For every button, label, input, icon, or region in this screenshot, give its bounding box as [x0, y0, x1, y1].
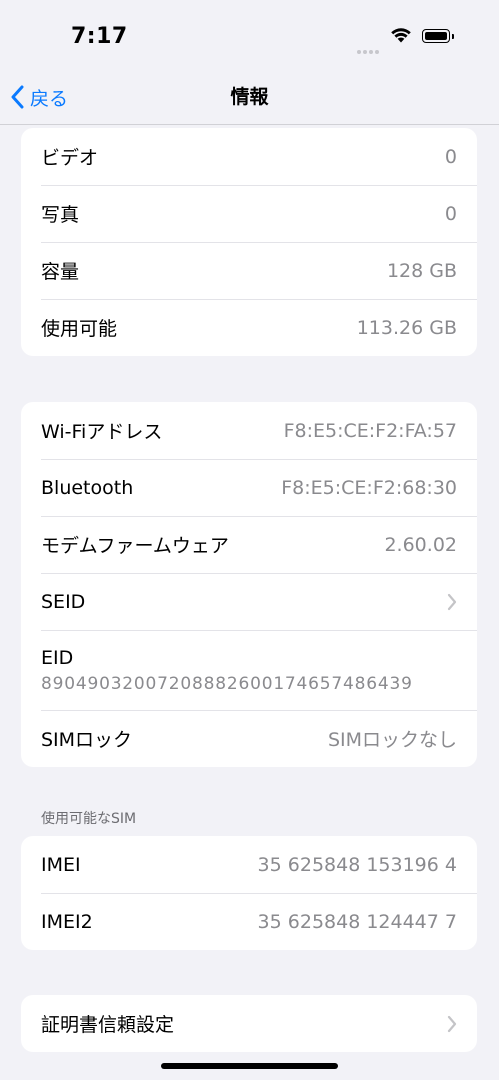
navigation-bar: 戻る 情報 [0, 70, 499, 125]
row-value: 35 625848 153196 4 [257, 853, 457, 876]
page-title: 情報 [230, 86, 269, 108]
row-label: EID [41, 646, 74, 669]
row-imei: IMEI 35 625848 153196 4 [21, 836, 477, 893]
row-capacity: 容量 128 GB [21, 242, 477, 299]
row-value: F8:E5:CE:F2:FA:57 [283, 419, 457, 442]
row-value: 35 625848 124447 7 [257, 910, 457, 933]
status-bar: 7:17 [0, 0, 499, 70]
row-value: 0 [444, 202, 457, 225]
storage-card: ビデオ 0 写真 0 容量 128 GB 使用可能 113.26 GB [21, 128, 477, 356]
battery-icon [422, 29, 450, 43]
row-bluetooth: Bluetooth F8:E5:CE:F2:68:30 [21, 459, 477, 516]
row-value: 113.26 GB [356, 316, 457, 339]
row-videos: ビデオ 0 [21, 128, 477, 185]
row-label: 証明書信頼設定 [41, 1014, 175, 1036]
cellular-signal-icon [357, 39, 381, 58]
row-value: 2.60.02 [384, 533, 457, 556]
battery-tip [452, 34, 454, 39]
row-modem-firmware: モデムファームウェア 2.60.02 [21, 516, 477, 573]
row-photos: 写真 0 [21, 185, 477, 242]
row-seid[interactable]: SEID [21, 573, 477, 630]
row-label: Wi-Fiアドレス [41, 421, 163, 443]
row-certificate-trust-settings[interactable]: 証明書信頼設定 [21, 995, 477, 1052]
chevron-right-icon [447, 593, 457, 610]
wifi-icon [390, 27, 412, 47]
sim-card: IMEI 35 625848 153196 4 IMEI2 35 625848 … [21, 836, 477, 950]
row-available: 使用可能 113.26 GB [21, 299, 477, 356]
section-header-available-sim: 使用可能なSIM [41, 811, 137, 827]
row-value: SIMロックなし [327, 729, 457, 751]
network-card: Wi-Fiアドレス F8:E5:CE:F2:FA:57 Bluetooth F8… [21, 402, 477, 767]
row-label: 写真 [41, 204, 80, 226]
row-label: SEID [41, 590, 86, 613]
row-label: IMEI2 [41, 910, 93, 933]
row-eid: EID 89049032007208882600174657486439 [21, 630, 477, 710]
home-indicator[interactable] [161, 1063, 338, 1069]
row-label: ビデオ [41, 147, 99, 169]
row-label: SIMロック [41, 729, 133, 751]
row-label: 使用可能 [41, 318, 118, 340]
row-label: IMEI [41, 853, 81, 876]
eid-value: 89049032007208882600174657486439 [41, 673, 413, 694]
row-value: 128 GB [386, 259, 457, 282]
row-wifi-address: Wi-Fiアドレス F8:E5:CE:F2:FA:57 [21, 402, 477, 459]
row-imei2: IMEI2 35 625848 124447 7 [21, 893, 477, 950]
chevron-right-icon [447, 1015, 457, 1032]
row-label: 容量 [41, 261, 80, 283]
certificate-card: 証明書信頼設定 [21, 995, 477, 1052]
status-time: 7:17 [71, 24, 128, 49]
row-value: 0 [444, 145, 457, 168]
row-value: F8:E5:CE:F2:68:30 [281, 476, 457, 499]
row-label: モデムファームウェア [41, 535, 229, 557]
row-sim-lock: SIMロック SIMロックなし [21, 710, 477, 767]
row-label: Bluetooth [41, 476, 134, 499]
